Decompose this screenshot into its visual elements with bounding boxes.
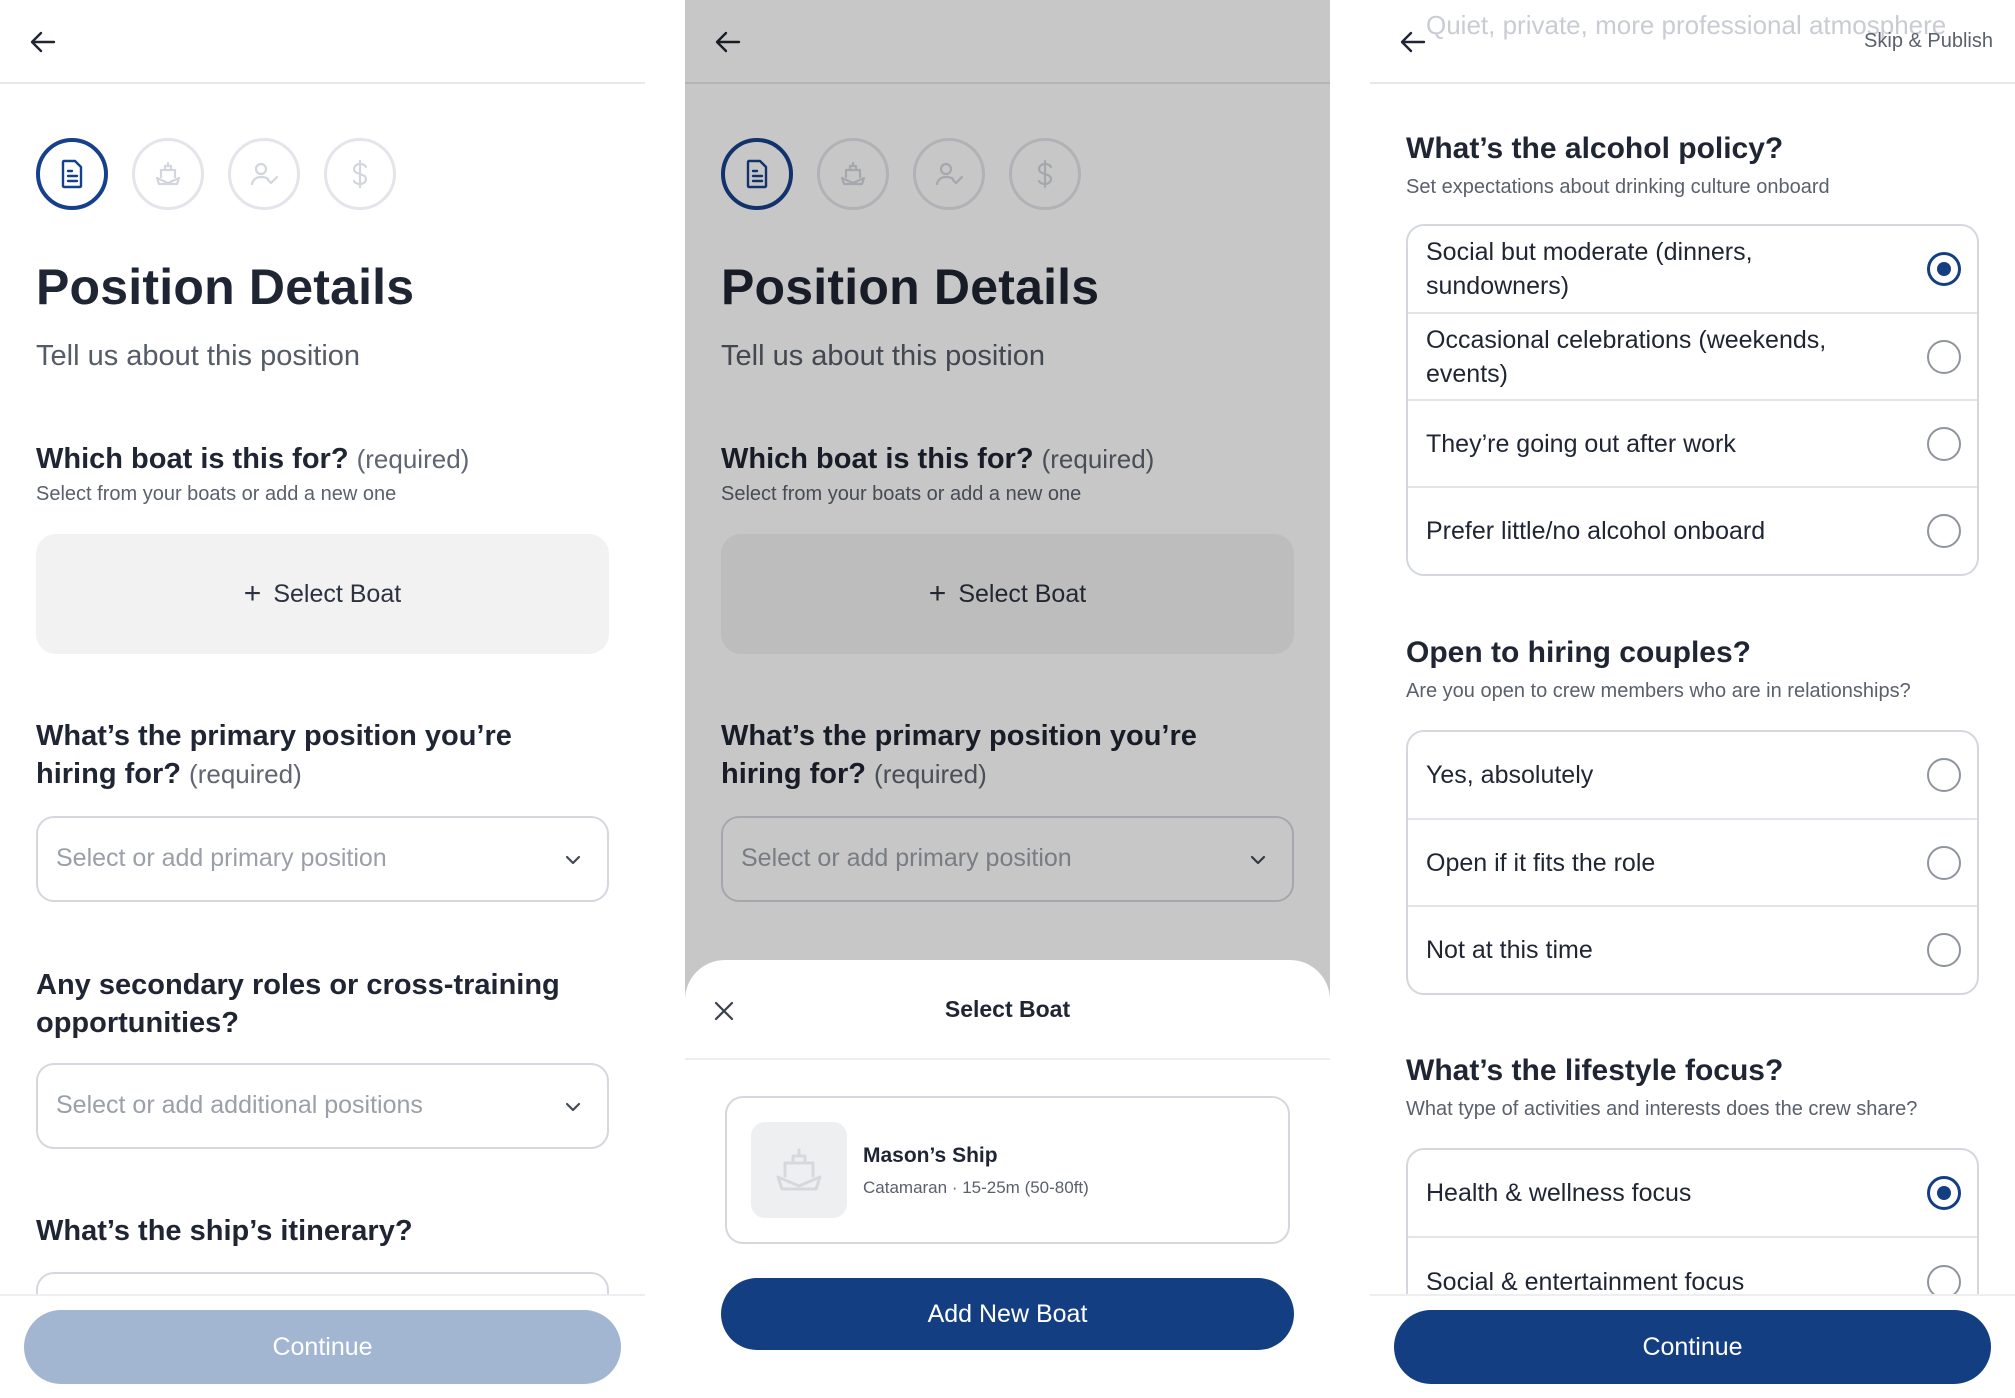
alcohol-options: Social but moderate (dinners, sundowners… — [1406, 224, 1979, 576]
couples-hint: Are you open to crew members who are in … — [1406, 680, 1911, 702]
secondary-question: Any secondary roles or cross-training op… — [36, 969, 560, 1039]
radio-label: They’re going out after work — [1426, 429, 1736, 458]
secondary-positions-dropdown[interactable]: Select or add additional positions — [36, 1063, 609, 1149]
add-new-boat-button[interactable]: Add New Boat — [721, 1278, 1294, 1350]
continue-button[interactable]: Continue — [24, 1310, 621, 1384]
radio-unselected-icon[interactable] — [1927, 514, 1961, 548]
secondary-positions-placeholder: Select or add additional positions — [56, 1091, 423, 1119]
primary-question: What’s the primary position you’re hirin… — [36, 717, 596, 793]
boat-question-text: Which boat is this for? — [36, 443, 349, 475]
continue-button[interactable]: Continue — [1394, 1310, 1991, 1384]
top-bar — [0, 0, 645, 84]
page-subtitle: Tell us about this position — [36, 340, 361, 372]
select-boat-sheet: Select Boat Mason’s Ship Catamaran · 15-… — [685, 960, 1330, 1398]
radio-label: Not at this time — [1426, 936, 1593, 964]
select-boat-button[interactable]: + Select Boat — [36, 534, 609, 654]
step-details — [36, 138, 108, 210]
chevron-down-icon — [561, 848, 585, 872]
radio-option[interactable]: Social but moderate (dinners, sundowners… — [1408, 226, 1977, 314]
back-arrow-icon[interactable] — [1398, 27, 1428, 57]
radio-unselected-icon[interactable] — [1927, 758, 1961, 792]
radio-option[interactable]: They’re going out after work — [1408, 401, 1977, 488]
boat-thumbnail — [751, 1122, 847, 1218]
top-bar: Quiet, private, more professional atmosp… — [1370, 0, 2015, 84]
screen-culture-preferences: Quiet, private, more professional atmosp… — [1370, 0, 2015, 1398]
screen-position-details: Position Details Tell us about this posi… — [0, 0, 645, 1398]
user-check-icon — [250, 162, 279, 186]
radio-option[interactable]: Occasional celebrations (weekends, event… — [1408, 314, 1977, 401]
radio-label: Health & wellness focus — [1426, 1179, 1692, 1207]
page-title: Position Details — [36, 259, 415, 315]
radio-option[interactable]: Prefer little/no alcohol onboard — [1408, 488, 1977, 574]
select-boat-label: Select Boat — [273, 579, 402, 608]
couples-options: Yes, absolutely Open if it fits the role… — [1406, 730, 1979, 995]
radio-unselected-icon[interactable] — [1927, 339, 1961, 374]
itinerary-question: What’s the ship’s itinerary? — [36, 1215, 413, 1247]
primary-position-dropdown[interactable]: Select or add primary position — [36, 816, 609, 902]
radio-option[interactable]: Health & wellness focus — [1408, 1150, 1977, 1238]
couples-title: Open to hiring couples? — [1406, 636, 1751, 669]
plus-icon: + — [243, 577, 262, 610]
alcohol-title: What’s the alcohol policy? — [1406, 132, 1784, 165]
radio-unselected-icon[interactable] — [1927, 933, 1961, 967]
screen-select-boat-sheet: Position Details Tell us about this posi… — [685, 0, 1330, 1398]
lifestyle-title: What’s the lifestyle focus? — [1406, 1054, 1784, 1087]
step-boat — [132, 138, 204, 210]
primary-position-placeholder: Select or add primary position — [56, 844, 387, 872]
boat-card[interactable]: Mason’s Ship Catamaran · 15-25m (50-80ft… — [725, 1096, 1290, 1244]
step-crew — [228, 138, 300, 210]
boat-question: Which boat is this for? (required) — [36, 440, 596, 478]
ship-icon — [776, 1148, 822, 1191]
radio-unselected-icon[interactable] — [1927, 845, 1961, 880]
alcohol-hint: Set expectations about drinking culture … — [1406, 176, 1830, 198]
required-label: (required) — [189, 759, 302, 789]
sheet-header: Select Boat — [685, 960, 1330, 1060]
radio-selected-icon[interactable] — [1927, 252, 1961, 286]
dollar-icon — [352, 159, 368, 189]
back-arrow-icon[interactable] — [28, 27, 58, 57]
radio-label: Occasional celebrations (weekends, event… — [1426, 325, 1827, 388]
radio-label: Prefer little/no alcohol onboard — [1426, 517, 1766, 545]
radio-label: Social but moderate (dinners, sundowners… — [1426, 238, 1753, 300]
radio-option[interactable]: Yes, absolutely — [1408, 732, 1977, 820]
sheet-title: Select Boat — [944, 996, 1071, 1022]
boat-meta: Catamaran · 15-25m (50-80ft) — [863, 1178, 1089, 1197]
radio-option[interactable]: Open if it fits the role — [1408, 820, 1977, 907]
step-pay — [324, 138, 396, 210]
radio-label: Yes, absolutely — [1426, 761, 1594, 789]
radio-selected-icon[interactable] — [1927, 1176, 1961, 1210]
radio-unselected-icon[interactable] — [1927, 426, 1961, 461]
radio-option[interactable]: Not at this time — [1408, 907, 1977, 993]
radio-label: Open if it fits the role — [1426, 848, 1656, 877]
ship-icon — [155, 161, 181, 186]
document-icon — [61, 159, 83, 189]
required-label: (required) — [356, 444, 470, 474]
boat-hint: Select from your boats or add a new one — [36, 483, 397, 505]
skip-publish-link[interactable]: Skip & Publish — [1864, 30, 1993, 53]
chevron-down-icon — [561, 1095, 585, 1119]
lifestyle-hint: What type of activities and interests do… — [1406, 1098, 1918, 1120]
boat-name: Mason’s Ship — [863, 1144, 998, 1167]
